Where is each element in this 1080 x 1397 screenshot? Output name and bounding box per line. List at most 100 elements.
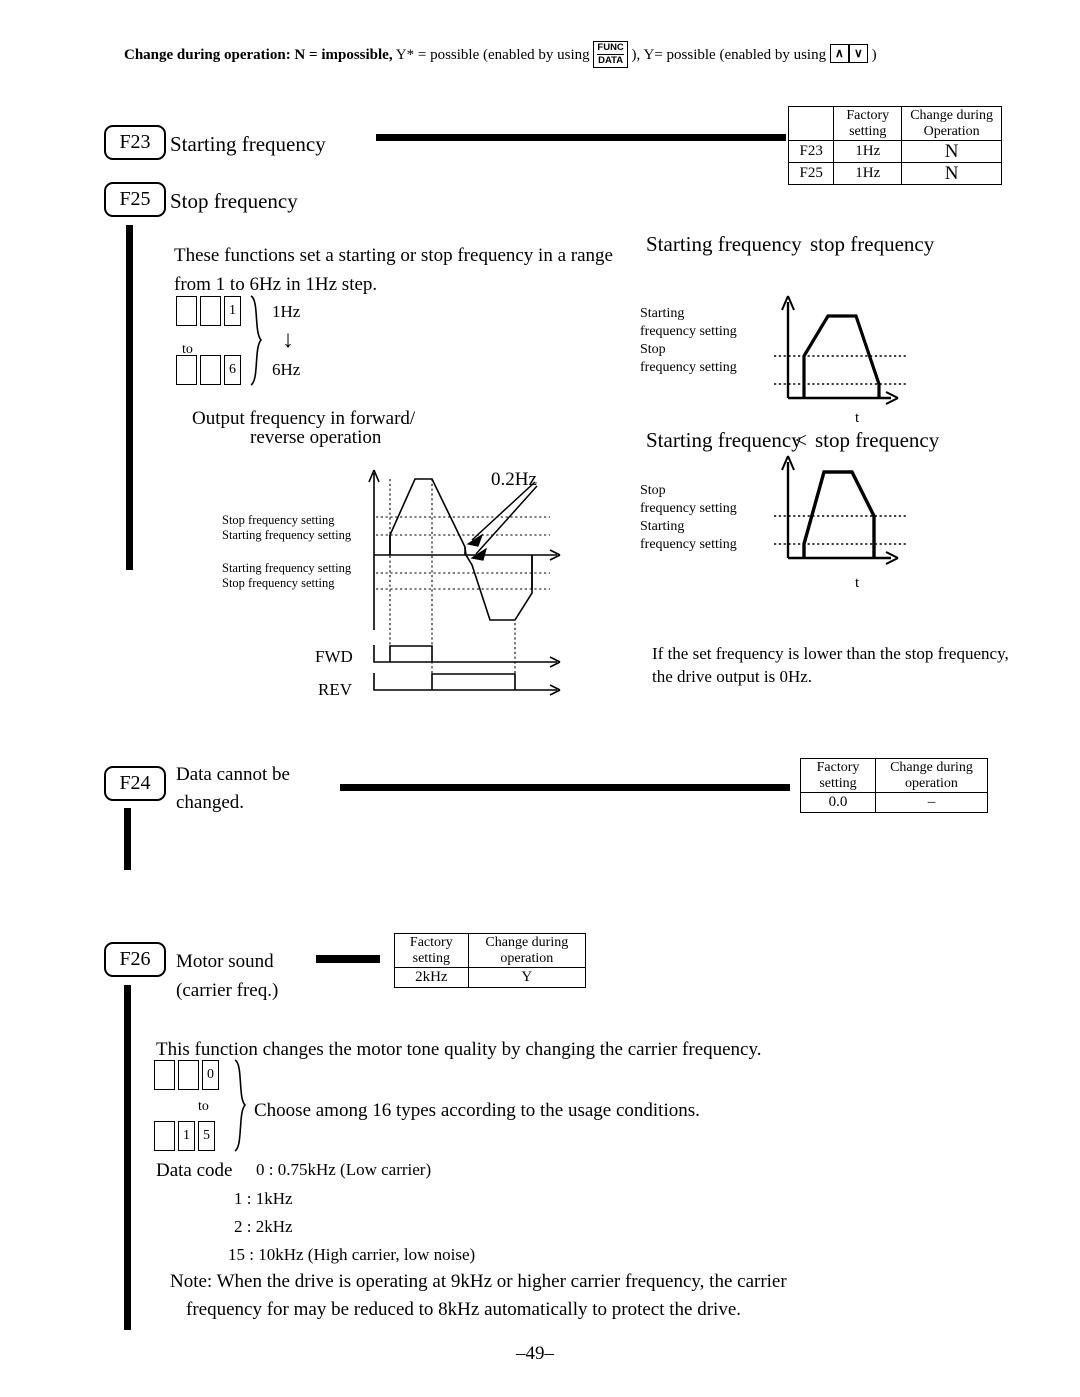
f26-code-item: 0 : 0.75kHz (Low carrier) — [256, 1160, 432, 1179]
graph-ge-label-1: Starting — [640, 306, 685, 321]
graph-lt-label-4: frequency setting — [640, 537, 737, 552]
f26-code-label: F26 — [119, 948, 151, 970]
spec-factory-header: Factory setting — [833, 105, 903, 142]
f24-factory-header-l1: Factory — [816, 760, 860, 775]
digit-cell — [176, 355, 197, 385]
spec-factory-header-l1: Factory — [846, 108, 890, 123]
spec-row-factory: 1Hz — [833, 162, 903, 186]
f24-code-tag: F24 — [104, 766, 166, 801]
spec-change-header-l1: Change during — [910, 108, 994, 123]
digit-cell — [154, 1060, 175, 1090]
f23-digits-bottom: 6 — [176, 355, 241, 385]
spec-change-header: Change during Operation — [901, 105, 1002, 142]
f24-spec-table: Factory setting Change during operation … — [800, 757, 989, 814]
fwd-rev-title-line2: reverse operation — [250, 427, 382, 448]
func-data-key-icon: FUNC DATA — [593, 41, 628, 68]
fwdrev-label-top1: Stop frequency setting — [222, 513, 335, 527]
f26-code-item: 1 : 1kHz — [234, 1189, 293, 1208]
f25-code-tag: F25 — [104, 182, 166, 217]
f26-spec-table: Factory setting Change during operation … — [394, 932, 587, 989]
f24-change-header-l1: Change during — [890, 760, 973, 775]
f26-factory-header-l2: setting — [412, 950, 450, 966]
graph-ge-heading-left: Starting frequency — [646, 232, 802, 256]
f23-f25-section-bar — [126, 225, 133, 570]
f24-rule — [340, 784, 790, 791]
table-header-row: Factory setting Change during operation — [394, 932, 587, 969]
f23-f25-spec-table: Factory setting Change during Operation … — [787, 105, 1002, 186]
f26-note-line1: Note: When the drive is operating at 9kH… — [170, 1271, 787, 1292]
graph-lt-label-2: frequency setting — [640, 501, 737, 516]
header-legend-mid: ), Y= possible (enabled by using — [631, 46, 827, 63]
table-row: 2kHz Y — [394, 967, 587, 989]
f26-digits-bottom: 1 5 — [154, 1121, 215, 1151]
f26-factory-value: 2kHz — [394, 967, 469, 989]
spec-factory-header-l2: setting — [849, 123, 887, 139]
f24-factory-header-l2: setting — [819, 775, 857, 791]
header-legend: Change during operation: N = impossible,… — [124, 41, 877, 69]
f26-factory-header-l1: Factory — [409, 935, 453, 950]
graph-starting-lt-stop-frequency — [774, 455, 906, 565]
graph-ge-heading-right: stop frequency — [810, 232, 935, 256]
f24-code-label: F24 — [119, 772, 151, 794]
f26-rule — [316, 955, 380, 963]
header-legend-end: ) — [871, 46, 877, 63]
f23-down-arrow-icon: ↓ — [282, 327, 294, 353]
graph-ge-label-2: frequency setting — [640, 324, 737, 339]
f24-title-line1: Data cannot be — [176, 764, 290, 785]
digit-cell — [200, 355, 221, 385]
f23-code-tag: F23 — [104, 125, 166, 160]
header-legend-ystar: Y* = possible (enabled by using — [395, 46, 590, 63]
spec-change-header-l2: Operation — [923, 123, 980, 139]
page-number: –49– — [516, 1343, 554, 1364]
digit-cell: 1 — [178, 1121, 195, 1151]
spec-blank-header — [787, 105, 835, 142]
right-note-line2: the drive output is 0Hz. — [652, 667, 813, 686]
digit-cell: 1 — [224, 296, 241, 326]
table-header-row: Factory setting Change during operation — [800, 757, 989, 794]
digit-cell — [178, 1060, 199, 1090]
graph-lt-label-1: Stop — [640, 483, 666, 498]
f26-code-item: 15 : 10kHz (High carrier, low noise) — [228, 1245, 476, 1264]
f23-hz-bottom: 6Hz — [272, 360, 301, 379]
f24-change-header-l2: operation — [905, 775, 958, 791]
spec-row-code: F23 — [787, 140, 835, 164]
f26-to-label: to — [198, 1099, 209, 1114]
f25-code-label: F25 — [119, 188, 151, 210]
f25-title: Stop frequency — [170, 189, 298, 213]
f23-range-brace-icon — [250, 295, 263, 386]
f26-title-line1: Motor sound — [176, 951, 274, 972]
f26-change-header-l2: operation — [500, 950, 554, 966]
spec-row-change: N — [901, 140, 1002, 164]
fwdrev-label-bot1: Starting frequency setting — [222, 561, 352, 575]
spec-row-factory: 1Hz — [833, 140, 903, 164]
spec-row-code: F25 — [787, 162, 835, 186]
f23-hz-top: 1Hz — [272, 302, 301, 321]
f24-change-value: – — [874, 792, 989, 814]
digit-cell — [200, 296, 221, 326]
f23-rule — [376, 134, 786, 141]
f26-change-header-l1: Change during — [485, 935, 569, 950]
data-key-label: DATA — [597, 53, 624, 66]
f26-change-header: Change during operation — [467, 932, 587, 969]
fwd-label: FWD — [315, 647, 353, 666]
digit-cell — [154, 1121, 175, 1151]
digit-cell: 5 — [198, 1121, 215, 1151]
digit-cell — [176, 296, 197, 326]
rev-label: REV — [318, 680, 352, 699]
f26-note-line2: frequency for may be reduced to 8kHz aut… — [186, 1299, 741, 1320]
f26-change-value: Y — [467, 967, 587, 989]
f23-digits-top: 1 — [176, 296, 241, 326]
graph-starting-ge-stop-frequency — [774, 295, 906, 405]
manual-page: Change during operation: N = impossible,… — [0, 0, 1080, 1397]
graph-ge-label-4: frequency setting — [640, 360, 737, 375]
table-row: F25 1Hz N — [787, 162, 1002, 186]
down-arrow-key-icon: ∨ — [848, 43, 868, 63]
f23-code-label: F23 — [119, 131, 151, 153]
f26-range-brace-icon — [234, 1059, 247, 1152]
f26-data-code-label: Data code — [156, 1160, 233, 1181]
f26-title-line2: (carrier freq.) — [176, 980, 279, 1001]
fwdrev-label-bot2: Stop frequency setting — [222, 576, 335, 590]
f26-code-tag: F26 — [104, 942, 166, 977]
f26-code-item: 2 : 2kHz — [234, 1217, 293, 1236]
f23-title: Starting frequency — [170, 132, 326, 156]
